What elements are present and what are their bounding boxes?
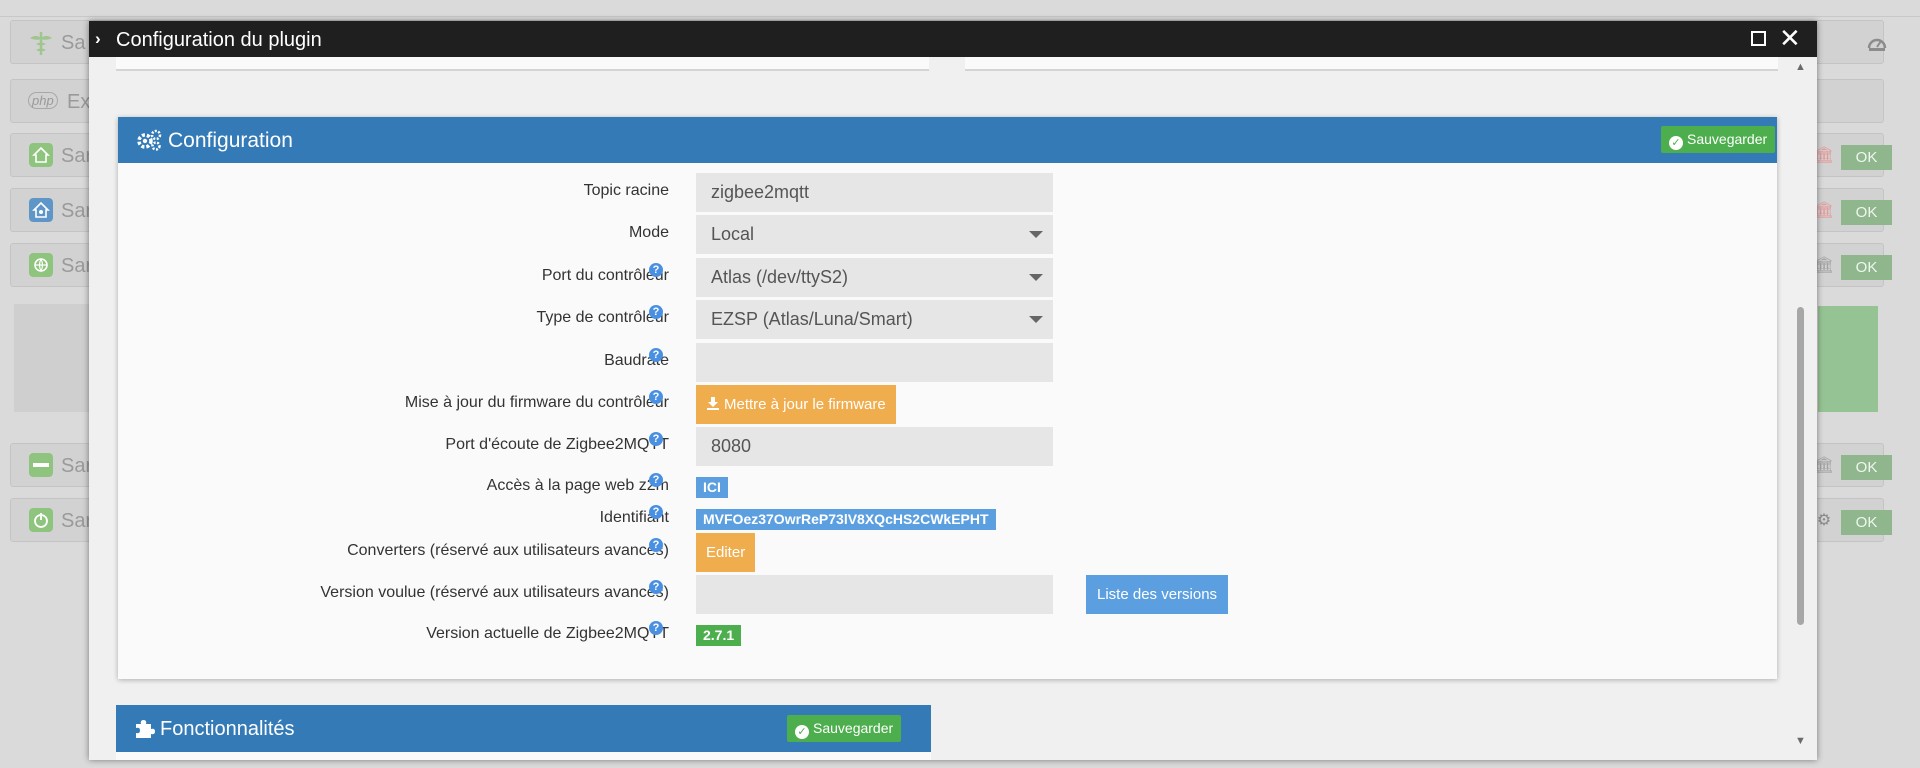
help-icon[interactable]: ? <box>649 473 663 487</box>
identifiant-badge: MVFOez37OwrReP73lV8XQcHS2CWkEPHT <box>696 509 996 530</box>
plugin-config-modal: › Configuration du plugin ✕ Configuratio… <box>89 21 1817 760</box>
configuration-panel-title: Configuration <box>168 129 293 152</box>
configuration-panel: Configuration ✓ Sauvegarder Topic racine … <box>118 117 1777 679</box>
help-icon[interactable]: ? <box>649 580 663 594</box>
help-icon[interactable]: ? <box>649 390 663 404</box>
help-icon[interactable]: ? <box>649 538 663 552</box>
modal-title: Configuration du plugin <box>116 29 322 51</box>
form-row-mode: Mode Local <box>118 212 1777 254</box>
version-voulue-label: Version voulue (réservé aux utilisateurs… <box>320 584 669 601</box>
background-row-label: Sar <box>61 255 93 277</box>
version-actuelle-badge: 2.7.1 <box>696 625 742 646</box>
status-ok-badge: OK <box>1841 200 1892 225</box>
home-shield-icon <box>29 198 53 222</box>
caret-down-icon <box>1029 274 1043 281</box>
form-row-firmware: Mise à jour du firmware du contrôleur ? … <box>118 382 1777 424</box>
help-icon[interactable]: ? <box>649 505 663 519</box>
caret-down-icon <box>1029 316 1043 323</box>
port-ecoute-label: Port d'écoute de Zigbee2MQTT <box>445 436 669 453</box>
modal-body: Configuration ✓ Sauvegarder Topic racine … <box>89 57 1817 760</box>
port-controleur-value: Atlas (/dev/ttyS2) <box>711 267 849 287</box>
status-ok-badge: OK <box>1841 145 1892 170</box>
help-icon[interactable]: ? <box>649 263 663 277</box>
form-row-type-controleur: Type de contrôleur ? EZSP (Atlas/Luna/Sm… <box>118 297 1777 339</box>
form-row-converters: Converters (réservé aux utilisateurs ava… <box>118 530 1777 572</box>
mode-select[interactable]: Local <box>696 215 1053 254</box>
puzzle-icon <box>136 720 155 738</box>
modal-titlebar[interactable]: › Configuration du plugin ✕ <box>89 21 1817 57</box>
save-button[interactable]: ✓ Sauvegarder <box>1661 126 1776 153</box>
port-controleur-select[interactable]: Atlas (/dev/ttyS2) <box>696 258 1053 297</box>
power-icon <box>29 508 53 532</box>
version-actuelle-label: Version actuelle de Zigbee2MQTT <box>426 625 669 642</box>
help-icon[interactable]: ? <box>649 305 663 319</box>
mode-select-value: Local <box>711 224 755 244</box>
scrollbar-thumb[interactable] <box>1797 307 1804 625</box>
background-panel <box>14 304 94 412</box>
mode-label: Mode <box>628 224 669 241</box>
form-row-version-voulue: Version voulue (réservé aux utilisateurs… <box>118 572 1777 614</box>
check-circle-icon: ✓ <box>795 725 809 739</box>
help-icon[interactable]: ? <box>649 621 663 635</box>
status-ok-badge: OK <box>1841 255 1892 280</box>
background-row-label: Sar <box>61 455 93 477</box>
background-row-label: Sar <box>61 510 93 532</box>
port-ecoute-input[interactable]: 8080 <box>696 427 1053 466</box>
type-controleur-select[interactable]: EZSP (Atlas/Luna/Smart) <box>696 300 1053 339</box>
update-firmware-button[interactable]: Mettre à jour le firmware <box>696 385 896 424</box>
help-icon[interactable]: ? <box>649 432 663 446</box>
mqtt-icon <box>29 453 53 477</box>
form-row-topic-racine: Topic racine zigbee2mqtt <box>118 170 1777 212</box>
speedometer-icon[interactable] <box>1866 33 1888 55</box>
fonctionnalites-panel-header: Fonctionnalités ✓ Sauvegarder <box>116 705 931 752</box>
scroll-down-arrow-icon[interactable]: ▼ <box>1795 735 1806 747</box>
maximize-icon[interactable] <box>1751 31 1766 46</box>
php-icon: php <box>28 92 58 109</box>
save-button-label: Sauvegarder <box>1687 131 1768 147</box>
status-ok-badge: OK <box>1841 455 1892 480</box>
baudrate-input[interactable] <box>696 343 1053 382</box>
background-row-label: Sar <box>61 145 93 167</box>
scroll-up-arrow-icon[interactable]: ▲ <box>1795 61 1806 73</box>
list-versions-button[interactable]: Liste des versions <box>1086 575 1229 614</box>
topic-racine-label: Topic racine <box>583 182 669 199</box>
caduceus-icon <box>30 32 52 55</box>
check-circle-icon: ✓ <box>1669 136 1683 150</box>
fonctionnalites-save-label: Sauvegarder <box>813 720 894 736</box>
cogs-icon <box>137 129 162 151</box>
update-firmware-label: Mettre à jour le firmware <box>724 396 886 413</box>
configuration-panel-header: Configuration ✓ Sauvegarder <box>118 117 1777 163</box>
acces-web-link[interactable]: ICI <box>696 477 728 498</box>
background-row-label: Ex <box>67 91 91 113</box>
form-row-port-ecoute: Port d'écoute de Zigbee2MQTT ? 8080 <box>118 424 1777 466</box>
background-row-label: Sar <box>61 200 93 222</box>
converters-label: Converters (réservé aux utilisateurs ava… <box>347 542 669 559</box>
chevron-right-icon: › <box>95 29 101 48</box>
top-card-left <box>116 57 929 71</box>
form-row-version-actuelle: Version actuelle de Zigbee2MQTT ? 2.7.1 <box>118 613 1777 653</box>
background-row-label: Sa <box>61 32 86 54</box>
top-card-right <box>965 57 1778 71</box>
close-icon[interactable]: ✕ <box>1779 24 1801 52</box>
type-controleur-value: EZSP (Atlas/Luna/Smart) <box>711 309 913 329</box>
caret-down-icon <box>1029 231 1043 238</box>
help-icon[interactable]: ? <box>649 348 663 362</box>
status-ok-badge: OK <box>1841 510 1892 535</box>
form-row-baudrate: Baudrate ? <box>118 340 1777 382</box>
home-icon <box>29 143 53 167</box>
edit-converters-button[interactable]: Editer <box>696 533 756 572</box>
fonctionnalites-panel-title: Fonctionnalités <box>160 718 295 740</box>
background-status-panel <box>1818 306 1878 412</box>
globe-icon <box>29 253 53 277</box>
background-top-line <box>0 16 1920 17</box>
version-voulue-input[interactable] <box>696 575 1053 614</box>
download-icon <box>707 397 719 410</box>
fonctionnalites-save-button[interactable]: ✓ Sauvegarder <box>787 715 902 742</box>
firmware-label: Mise à jour du firmware du contrôleur <box>404 394 669 411</box>
fonctionnalites-panel: Fonctionnalités ✓ Sauvegarder <box>116 705 931 760</box>
form-row-port-controleur: Port du contrôleur ? Atlas (/dev/ttyS2) <box>118 255 1777 297</box>
acces-web-label: Accès à la page web z2m <box>486 477 669 494</box>
topic-racine-input[interactable]: zigbee2mqtt <box>696 173 1053 212</box>
